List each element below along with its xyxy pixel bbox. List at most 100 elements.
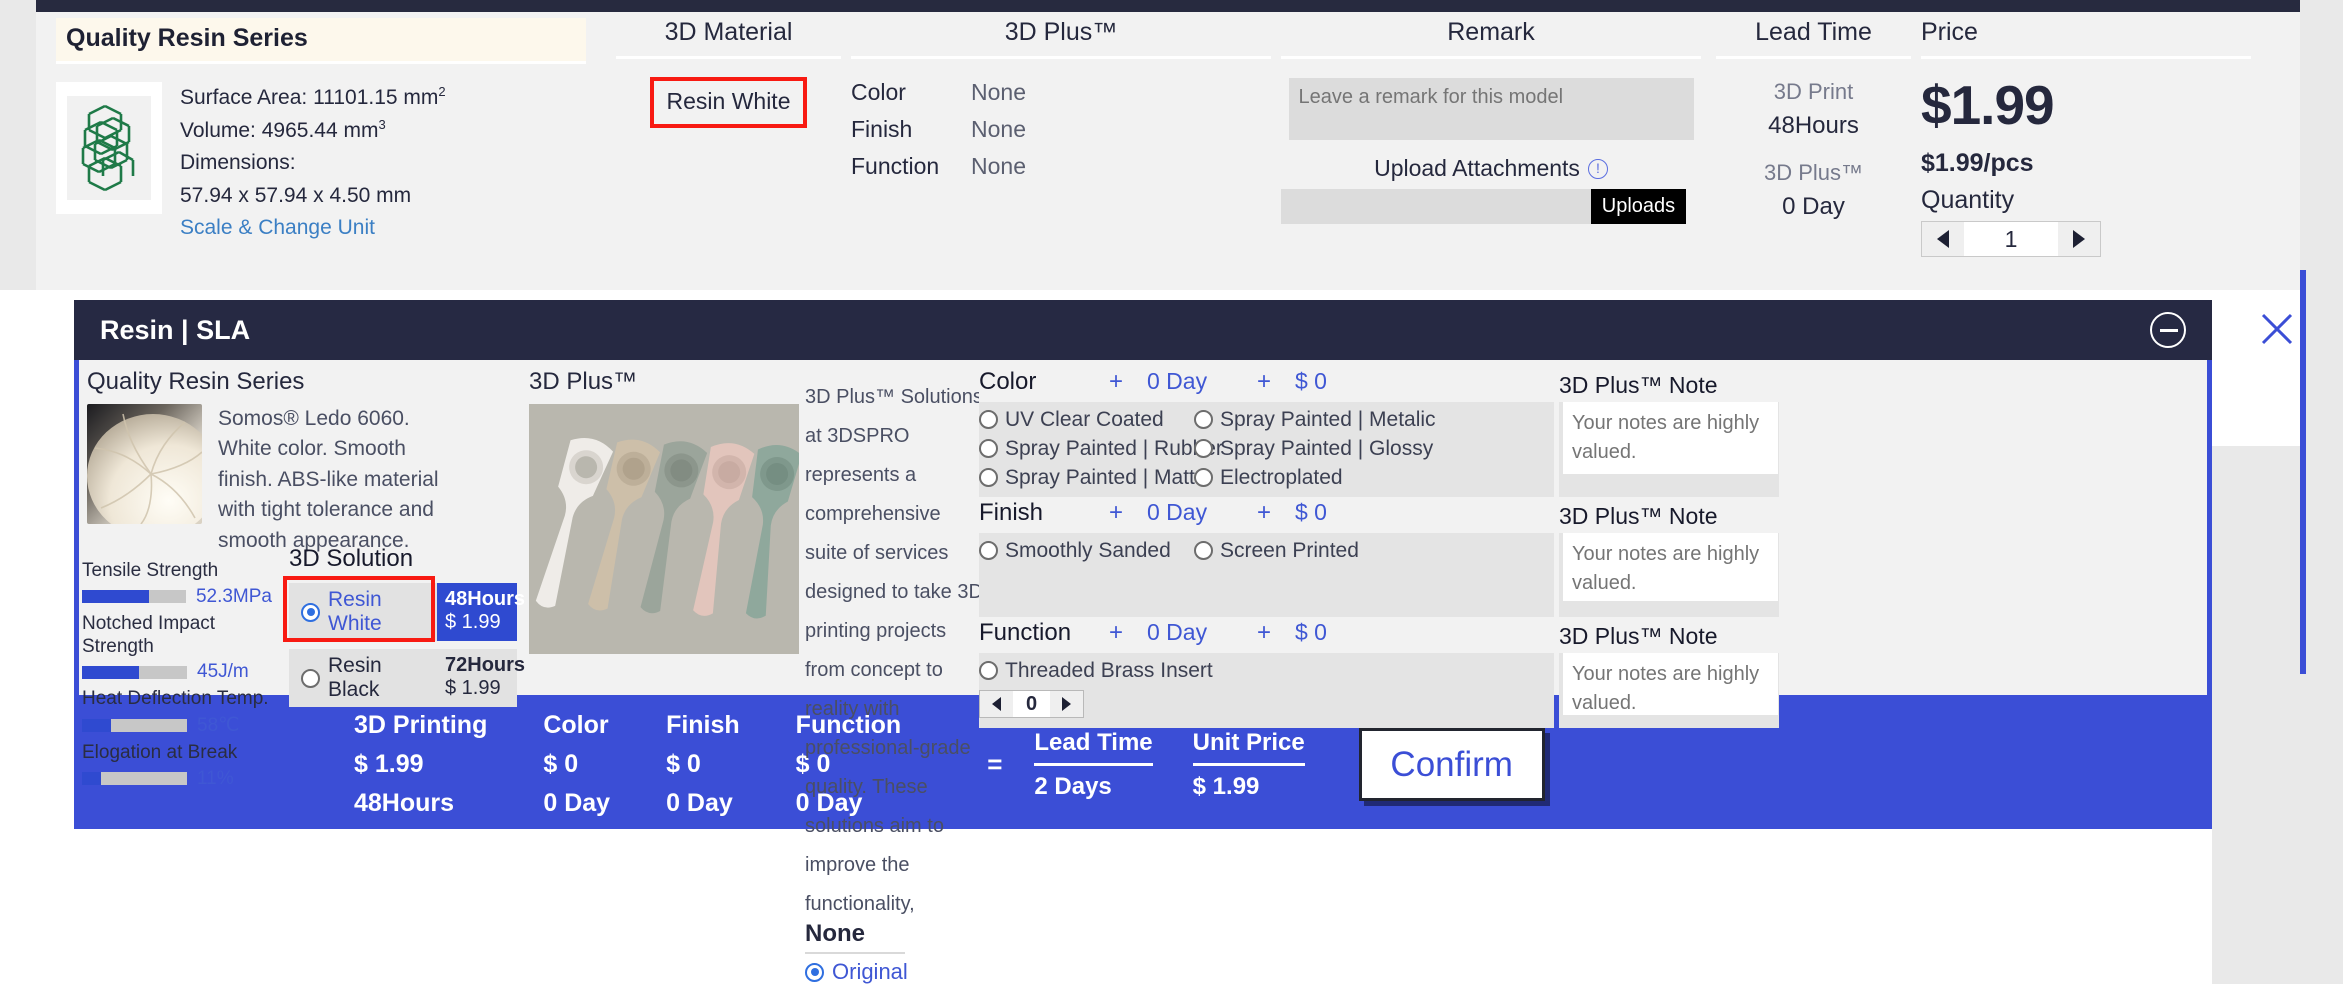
option-uv-clear-coated[interactable]: UV Clear Coated (979, 405, 1194, 434)
quantity-label: Quantity (1921, 186, 2251, 215)
footer-unit-price: Unit Price $ 1.99 (1193, 729, 1305, 801)
radio-icon[interactable] (805, 963, 824, 982)
material-column-title: 3D Material (616, 18, 841, 56)
note-group-color: 3D Plus™ Note (1559, 368, 1779, 497)
plus-description: 3D Plus™ Solutions at 3DSPRO represents … (805, 378, 985, 924)
radio-icon[interactable] (979, 439, 998, 458)
plus-panel-title: 3D Plus™ (529, 368, 809, 396)
option-label: Smoothly Sanded (1005, 539, 1171, 563)
solution-option-resin-white[interactable]: Resin White 48Hours $ 1.99 (289, 583, 519, 641)
plus-row-color: Color None (851, 79, 1271, 106)
quantity-value[interactable]: 1 (1964, 222, 2058, 256)
function-increment-button[interactable] (1050, 691, 1083, 717)
radio-icon[interactable] (301, 603, 320, 622)
info-icon[interactable]: ! (1588, 159, 1608, 179)
summary-remark-block: Remark Upload Attachments ! Uploads (1281, 18, 1701, 224)
option-group-money: $ 0 (1295, 368, 1327, 395)
material-info-panel: Quality Resin Series (87, 368, 467, 556)
remark-input[interactable] (1289, 78, 1694, 140)
radio-icon[interactable] (979, 661, 998, 680)
divider (1034, 763, 1152, 766)
footer-title: 3D Printing (354, 711, 487, 740)
radio-icon[interactable] (979, 541, 998, 560)
series-name: Quality Resin Series (56, 18, 586, 61)
plus-finish-label: Finish (851, 116, 971, 143)
function-decrement-button[interactable] (980, 691, 1013, 717)
right-gutter (2300, 0, 2343, 984)
quantity-increment-button[interactable] (2058, 222, 2100, 256)
option-electroplated[interactable]: Electroplated (1194, 463, 1409, 492)
dimensions-value: 57.94 x 57.94 x 4.50 mm (180, 180, 446, 213)
surface-area-sup: 2 (438, 84, 445, 99)
option-screen-printed[interactable]: Screen Printed (1194, 536, 1409, 565)
option-spray-painted-metalic[interactable]: Spray Painted | Metalic (1194, 405, 1409, 434)
function-note-input[interactable] (1563, 653, 1778, 715)
option-smoothly-sanded[interactable]: Smoothly Sanded (979, 536, 1194, 565)
property-bar (82, 772, 187, 785)
notes-column: 3D Plus™ Note 3D Plus™ Note 3D Plus™ Not… (1559, 368, 1779, 730)
radio-icon[interactable] (979, 468, 998, 487)
unit-price-per-piece: $1.99/pcs (1921, 149, 2251, 178)
footer-leadtime-value: 2 Days (1034, 773, 1152, 801)
radio-icon[interactable] (1194, 541, 1213, 560)
solution-title: 3D Solution (289, 545, 519, 573)
scale-change-unit-link[interactable]: Scale & Change Unit (180, 212, 446, 245)
radio-icon[interactable] (1194, 468, 1213, 487)
model-thumbnail[interactable] (56, 82, 162, 214)
option-label: Electroplated (1220, 466, 1343, 490)
plus-sample-image (529, 404, 799, 654)
solution-option-resin-black[interactable]: Resin Black 72Hours $ 1.99 (289, 649, 519, 707)
plus-original-option[interactable]: Original (805, 959, 985, 984)
radio-icon[interactable] (301, 669, 320, 688)
option-threaded-brass-insert[interactable]: Threaded Brass Insert (979, 656, 1194, 685)
function-quantity-value[interactable]: 0 (1013, 691, 1050, 717)
plus-finish-value: None (971, 116, 1026, 143)
quantity-stepper[interactable]: 1 (1921, 221, 2101, 257)
note-title: 3D Plus™ Note (1559, 368, 1779, 402)
option-spray-painted-matte[interactable]: Spray Painted | Matte (979, 463, 1194, 492)
solution-selector: 3D Solution Resin White 48Hours $ 1.99 (289, 545, 519, 715)
volume-value: 4965.44 mm (262, 119, 379, 142)
uploads-button[interactable]: Uploads (1591, 189, 1686, 224)
option-group-day: 0 Day (1147, 619, 1257, 646)
footer-lead-time: Lead Time 2 Days (1034, 729, 1152, 801)
plus-showcase-panel: 3D Plus™ (529, 368, 809, 654)
summary-price-block: Price $1.99 $1.99/pcs Quantity 1 (1921, 18, 2251, 257)
radio-icon[interactable] (979, 410, 998, 429)
radio-icon[interactable] (1194, 439, 1213, 458)
option-label: UV Clear Coated (1005, 408, 1164, 432)
property-bar (82, 590, 186, 603)
property-value: 58℃ (197, 714, 239, 737)
property-bar (82, 719, 187, 732)
confirm-button[interactable]: Confirm (1359, 728, 1545, 801)
upload-filename-field[interactable] (1281, 189, 1591, 224)
modal-series-title: Quality Resin Series (87, 368, 467, 396)
option-spray-painted-rubber[interactable]: Spray Painted | Rubber (979, 434, 1194, 463)
footer-time: 0 Day (666, 789, 740, 818)
footer-leadtime-title: Lead Time (1034, 729, 1152, 757)
top-dark-bar (36, 0, 2300, 12)
model-lattice-icon (75, 100, 143, 196)
volume-sup: 3 (378, 117, 385, 132)
function-quantity-stepper[interactable]: 0 (979, 690, 1084, 718)
close-button[interactable] (2248, 300, 2306, 358)
leadtime-underline (1716, 56, 1911, 59)
footer-unitprice-value: $ 1.99 (1193, 773, 1305, 801)
solution-hours: 72Hours (445, 654, 509, 677)
plus-underline (851, 56, 1271, 59)
color-note-input[interactable] (1563, 402, 1778, 474)
minimize-icon[interactable] (2150, 312, 2186, 348)
leadtime-print-label: 3D Print (1716, 79, 1911, 105)
plus-color-label: Color (851, 79, 971, 106)
note-title: 3D Plus™ Note (1559, 619, 1779, 653)
finish-note-input[interactable] (1563, 533, 1778, 601)
quantity-decrement-button[interactable] (1922, 222, 1964, 256)
option-group-function: Function + 0 Day + $ 0 Threaded Brass In… (979, 619, 1554, 728)
option-label: Threaded Brass Insert (1005, 659, 1213, 683)
modal-title: Resin | SLA (100, 315, 250, 346)
footer-unitprice-title: Unit Price (1193, 729, 1305, 757)
option-spray-painted-glossy[interactable]: Spray Painted | Glossy (1194, 434, 1409, 463)
radio-icon[interactable] (1194, 410, 1213, 429)
selected-material-chip[interactable]: Resin White (650, 77, 808, 128)
property-item: Heat Deflection Temp. 58℃ (82, 688, 272, 737)
